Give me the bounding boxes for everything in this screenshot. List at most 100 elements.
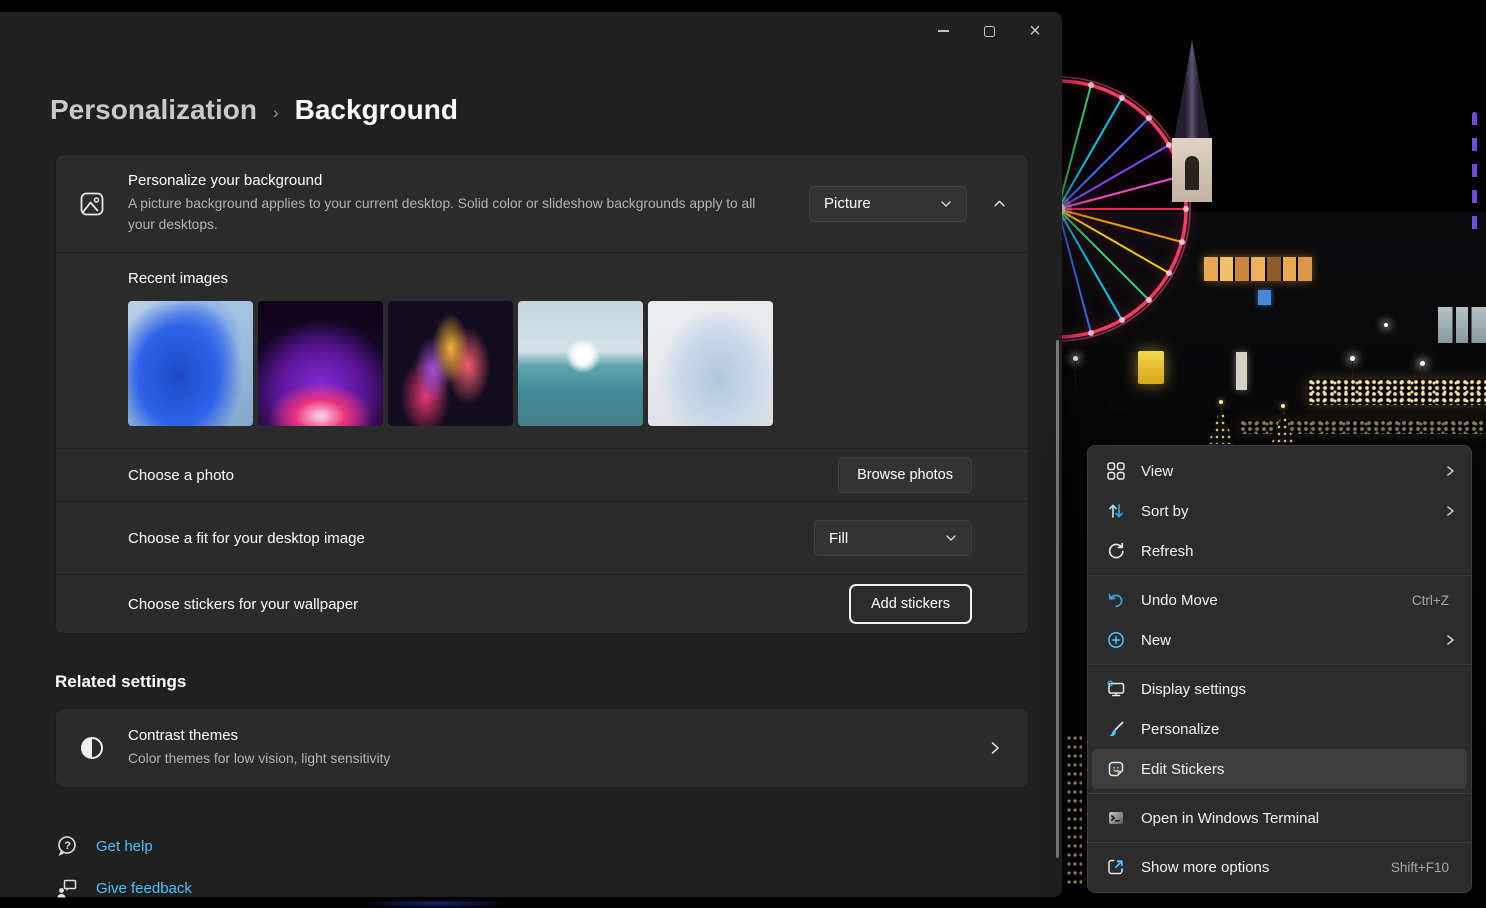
related-settings-heading: Related settings (55, 672, 186, 692)
menu-item-show-more-options[interactable]: Show more options Shift+F10 (1092, 847, 1467, 887)
street-lamp (1350, 356, 1355, 361)
light-sparkles (1066, 735, 1082, 885)
chevron-down-icon (945, 532, 957, 544)
street-lamp (1420, 361, 1425, 366)
breadcrumb: Personalization › Background (50, 94, 458, 126)
choose-photo-label: Choose a photo (128, 467, 234, 484)
minimize-button[interactable] (920, 14, 966, 48)
menu-separator (1088, 664, 1471, 665)
close-button[interactable]: × (1012, 14, 1058, 48)
maximize-button[interactable] (966, 14, 1012, 48)
menu-item-view[interactable]: View (1092, 451, 1467, 491)
menu-separator (1088, 793, 1471, 794)
get-help-link[interactable]: ? Get help (55, 834, 153, 858)
choose-fit-label: Choose a fit for your desktop image (128, 530, 365, 547)
chevron-right-icon (988, 741, 1028, 755)
recent-image-4-thumbnail[interactable] (518, 301, 643, 426)
give-feedback-label: Give feedback (96, 880, 192, 897)
background-type-dropdown[interactable]: Picture (809, 186, 967, 222)
recent-images-label: Recent images (128, 270, 1028, 287)
window-caption-buttons: × (920, 14, 1058, 48)
recent-image-1-thumbnail[interactable] (128, 301, 253, 426)
page-title: Background (295, 94, 458, 126)
help-bubble-icon: ? (55, 834, 79, 858)
blue-lit-window (1258, 290, 1271, 305)
shortcut-label: Ctrl+Z (1412, 593, 1449, 608)
get-help-label: Get help (96, 838, 153, 855)
menu-separator (1088, 842, 1471, 843)
recent-image-2-thumbnail[interactable] (258, 301, 383, 426)
personalize-brush-icon (1106, 719, 1126, 739)
recent-image-3-thumbnail[interactable] (388, 301, 513, 426)
chevron-up-icon (993, 197, 1006, 210)
submenu-chevron-icon (1443, 505, 1457, 517)
string-lights (1308, 379, 1486, 405)
menu-item-new[interactable]: New (1092, 620, 1467, 660)
vertical-scrollbar[interactable] (1056, 340, 1059, 858)
minimize-icon (938, 30, 949, 32)
white-sign (1236, 352, 1247, 390)
new-item-icon (1106, 630, 1126, 650)
collapse-expander-button[interactable] (993, 197, 1006, 210)
fit-value: Fill (829, 530, 848, 547)
add-stickers-button[interactable]: Add stickers (849, 584, 972, 624)
street-lamp (1073, 356, 1078, 361)
choose-stickers-row: Choose stickers for your wallpaper Add s… (56, 575, 1028, 633)
submenu-chevron-icon (1443, 634, 1457, 646)
close-icon: × (1029, 21, 1041, 41)
refresh-icon (1106, 541, 1126, 561)
street-lamp (1384, 323, 1388, 327)
recent-image-5-thumbnail[interactable] (648, 301, 773, 426)
breadcrumb-personalization[interactable]: Personalization (50, 94, 257, 126)
choose-stickers-label: Choose stickers for your wallpaper (128, 596, 358, 613)
card-description: A picture background applies to your cur… (128, 194, 776, 235)
menu-separator (1088, 575, 1471, 576)
contrast-icon (79, 735, 105, 761)
svg-text:?: ? (64, 840, 71, 852)
menu-item-refresh[interactable]: Refresh (1092, 531, 1467, 571)
background-expander-header[interactable]: Personalize your background A picture ba… (56, 155, 1028, 252)
settings-window: × Personalization › Background Personali… (0, 12, 1062, 897)
menu-item-undo-move[interactable]: Undo Move Ctrl+Z (1092, 580, 1467, 620)
give-feedback-link[interactable]: Give feedback (55, 876, 192, 900)
menu-item-edit-stickers[interactable]: Edit Stickers (1092, 749, 1467, 789)
edit-stickers-icon (1106, 759, 1126, 779)
recent-images-section: Recent images (56, 253, 1028, 448)
desktop-context-menu: View Sort by (1087, 445, 1472, 893)
contrast-themes-description: Color themes for low vision, light sensi… (128, 749, 776, 770)
menu-item-sort-by[interactable]: Sort by (1092, 491, 1467, 531)
church-tower (1168, 40, 1216, 218)
browse-photos-button[interactable]: Browse photos (838, 457, 972, 493)
shortcut-label: Shift+F10 (1391, 860, 1449, 875)
fit-dropdown[interactable]: Fill (814, 520, 972, 556)
menu-item-display-settings[interactable]: ⚙ Display settings (1092, 669, 1467, 709)
screen: × Personalization › Background Personali… (0, 0, 1486, 908)
show-more-options-icon (1106, 857, 1126, 877)
yellow-sign (1138, 351, 1164, 384)
maximize-icon (984, 26, 995, 37)
background-type-value: Picture (824, 195, 871, 212)
image-icon (77, 189, 107, 219)
card-title: Personalize your background (128, 172, 809, 189)
display-settings-icon: ⚙ (1106, 679, 1126, 699)
contrast-themes-title: Contrast themes (128, 727, 988, 744)
choose-photo-row: Choose a photo Browse photos (56, 449, 1028, 501)
lit-windows-row (1204, 257, 1312, 281)
choose-fit-row: Choose a fit for your desktop image Fill (56, 502, 1028, 574)
right-building-windows (1438, 307, 1486, 343)
feedback-person-icon (55, 876, 79, 900)
windows-terminal-icon (1106, 808, 1126, 828)
sort-arrows-icon (1106, 501, 1126, 521)
contrast-themes-card[interactable]: Contrast themes Color themes for low vis… (55, 708, 1029, 788)
menu-item-open-in-windows-terminal[interactable]: Open in Windows Terminal (1092, 798, 1467, 838)
menu-item-personalize[interactable]: Personalize (1092, 709, 1467, 749)
bottom-blue-glow (360, 899, 510, 908)
view-grid-icon (1106, 461, 1126, 481)
submenu-chevron-icon (1443, 465, 1457, 477)
tree-star (1281, 404, 1285, 408)
breadcrumb-separator-icon: › (273, 103, 279, 123)
neon-strip (1472, 112, 1477, 240)
svg-text:⚙: ⚙ (1107, 680, 1115, 690)
tree-star (1219, 400, 1223, 404)
personalize-background-card: Personalize your background A picture ba… (55, 154, 1029, 634)
